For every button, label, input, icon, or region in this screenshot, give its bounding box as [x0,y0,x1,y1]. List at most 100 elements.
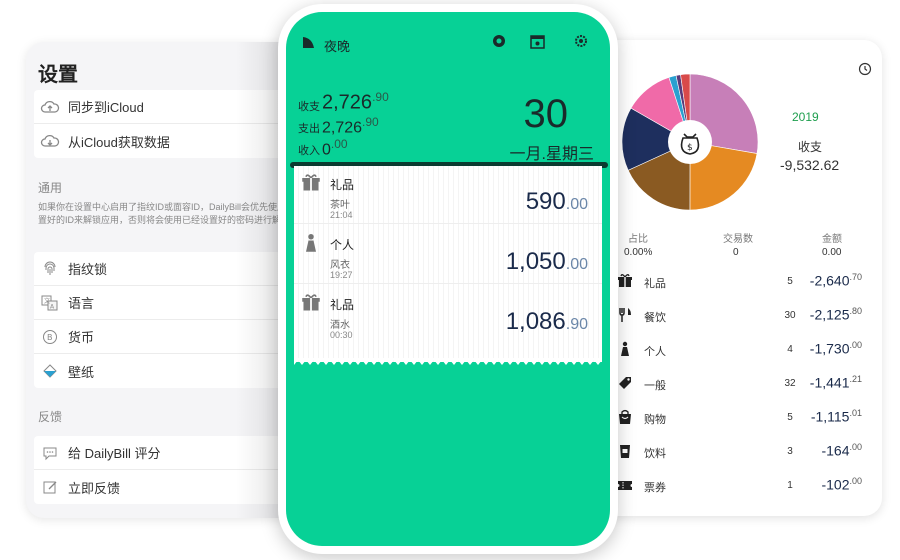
aperture-icon[interactable] [492,34,506,53]
history-icon[interactable] [858,62,872,81]
stats-value: -9,532.62 [780,157,840,173]
category-amount-dec: .80 [849,306,862,316]
summary-expense-int: 2,726 [322,119,363,137]
entry-note: 酒水 [330,320,350,331]
category-row-shopping[interactable]: 购物 5 -1,115.01 [616,404,876,434]
category-amount: -102.00 [821,476,862,493]
wallpaper-icon [40,361,60,381]
fetch-from-icloud-label: 从iCloud获取数据 [68,134,170,150]
moon-icon[interactable] [300,34,316,55]
day-number[interactable]: 30 [524,92,569,137]
theme-mode-label[interactable]: 夜晚 [324,36,350,55]
dining-icon [616,306,634,324]
col-val-count: 0 [733,247,739,258]
feedback-header: 反馈 [38,410,63,424]
svg-text:B: B [47,333,53,342]
entry-category: 礼品 [330,178,355,192]
entry-note: 风衣 [330,260,350,271]
pie-chart-svg: $ [621,73,759,211]
gift-icon [616,272,634,290]
fingerprint-lock-label: 指纹锁 [68,262,108,277]
settings-title: 设置 [38,64,78,86]
category-amount-int: -164 [821,442,850,459]
currency-icon: B [40,327,60,347]
gift-icon [300,292,322,314]
category-amount: -1,441.21 [810,374,862,391]
category-amount: -1,115.01 [811,408,862,425]
entry-time: 00:30 [330,330,353,340]
category-row-drinks[interactable]: 饮料 3 -164.00 [616,438,876,468]
phone-screen: 夜晚 收支 2,726.90 支出 2,726.90 收入 0.00 30 一月… [286,12,610,546]
entry-amount: 590.00 [526,188,588,216]
entry-row[interactable]: 礼品 酒水 00:30 1,086.90 [294,286,602,344]
category-name: 购物 [644,414,666,426]
category-amount-int: -1,441 [809,374,850,391]
category-row-general[interactable]: 一般 32 -1,441.21 [616,370,876,400]
category-count: 5 [787,276,793,287]
entry-amount: 1,050.00 [506,248,588,276]
entry-row[interactable]: 礼品 茶叶 21:04 590.00 [294,166,602,224]
pie-chart[interactable]: $ [620,72,760,212]
category-count: 5 [787,412,793,423]
person-icon [616,340,634,358]
category-amount-dec: .70 [849,272,862,282]
entry-time: 19:27 [330,270,353,280]
category-name: 饮料 [644,448,666,460]
category-amount-int: -2,640 [809,272,850,289]
category-amount-int: -2,125 [809,306,850,323]
category-name: 一般 [644,380,666,392]
stats-label: 收支 [798,140,823,154]
entry-row[interactable]: 个人 风衣 19:27 1,050.00 [294,226,602,284]
category-amount-dec: .00 [849,442,862,452]
month-weekday-label[interactable]: 一月.星期三 [510,140,594,164]
summary-net-int: 2,726 [322,91,373,114]
entry-time: 21:04 [330,210,353,220]
fingerprint-icon [40,259,60,279]
category-amount-dec: .21 [849,374,862,384]
pie-center [668,120,712,164]
entry-category: 个人 [330,238,355,252]
entry-amount-int: 1,050 [505,248,566,275]
rate-icon [40,443,60,463]
category-amount: -2,640.70 [810,272,862,289]
person-icon [300,232,322,254]
col-val-share: 0.00% [624,247,653,258]
rate-app-label: 给 DailyBill 评分 [68,446,161,461]
category-name: 票券 [644,482,666,494]
stats-year[interactable]: 2019 [792,110,819,124]
entry-amount-int: 1,086 [505,308,566,335]
entry-amount-dec: .90 [565,316,588,333]
cloud-download-icon [40,131,60,151]
ticket-icon [616,476,634,494]
summary-income-int: 0 [322,141,331,159]
category-row-gift[interactable]: 礼品 5 -2,640.70 [616,268,876,298]
summary-expense-value: 2,726.90 [322,115,379,137]
category-row-personal[interactable]: 个人 4 -1,730.00 [616,336,876,366]
category-row-tickets[interactable]: 票券 1 -102.00 [616,472,876,502]
category-row-dining[interactable]: 餐饮 30 -2,125.80 [616,302,876,332]
gear-icon[interactable] [574,34,588,53]
category-amount-int: -1,730 [809,340,850,357]
svg-text:$: $ [687,143,693,153]
summary-income-dec: .00 [330,137,348,151]
general-header: 通用 [38,181,63,195]
category-count: 4 [787,344,793,355]
category-amount: -164.00 [821,442,862,459]
sync-to-icloud-label: 同步到iCloud [68,100,144,115]
calendar-icon[interactable] [530,34,545,54]
settings-card: 设置 同步到iCloud 从iCloud获取数据 通用 如果你在设置中心启用了指… [26,42,316,518]
category-count: 32 [784,378,796,389]
entry-amount-int: 590 [525,188,566,215]
category-count: 3 [787,446,793,457]
tag-icon [616,374,634,392]
shopping-icon [616,408,634,426]
category-name: 礼品 [644,278,666,290]
receipt-torn-edge [294,358,602,365]
gift-icon [300,172,322,194]
category-amount-int: -1,115 [810,408,850,425]
currency-label: 货币 [68,330,95,345]
summary-expense-dec: .90 [362,115,379,129]
col-head-amount: 金额 [822,234,842,245]
category-name: 个人 [644,346,666,358]
receipt-list: 礼品 茶叶 21:04 590.00 个人 风衣 19:27 1,050.00 … [294,166,602,362]
